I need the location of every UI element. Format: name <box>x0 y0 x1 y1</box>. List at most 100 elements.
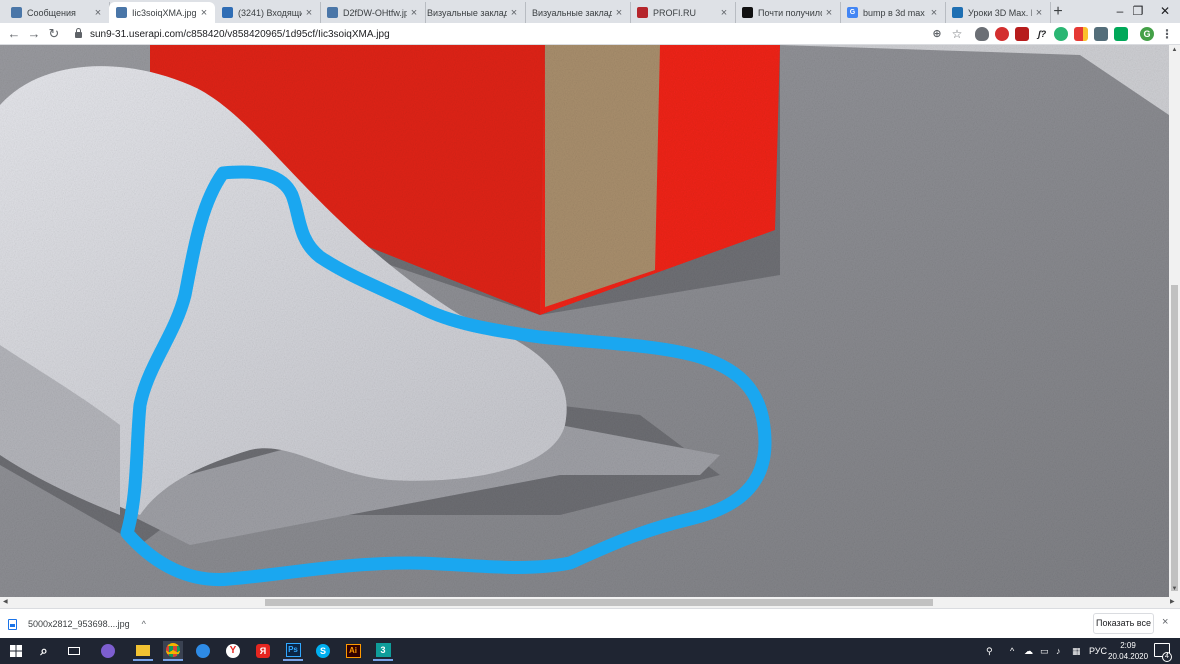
image-file-icon <box>8 618 17 630</box>
profile-avatar[interactable]: G <box>1140 27 1154 41</box>
download-shelf: 5000x2812_953698....jpg ^ Показать все × <box>0 608 1180 638</box>
flag-extension-icon[interactable] <box>1074 27 1088 41</box>
tab-title: Iic3soiqXMA.jpg (1 <box>132 7 197 18</box>
search-icon[interactable]: ⌕ <box>34 641 54 661</box>
tab-9[interactable]: Уроки 3D Max. Ис× <box>945 2 1051 23</box>
green-extension-icon[interactable] <box>1054 27 1068 41</box>
tab-title: D2fDW-OHtfw.jpg ( <box>343 7 407 18</box>
profi-icon <box>637 7 648 18</box>
tab-6[interactable]: PROFI.RU × <box>630 2 736 23</box>
pdf-extension-icon[interactable] <box>1015 27 1029 41</box>
scroll-down-icon[interactable]: ▼ <box>1169 586 1180 592</box>
horizontal-scroll-thumb[interactable] <box>265 599 933 606</box>
tab-title: Почти получилось <box>758 7 822 18</box>
close-window-button[interactable]: ✕ <box>1145 0 1180 22</box>
show-all-button[interactable]: Показать все <box>1093 613 1154 634</box>
tab-title: Визуальные закладки <box>427 7 507 18</box>
illustrator-icon[interactable]: Ai <box>343 641 363 661</box>
address-bar[interactable]: sun9-31.userapi.com/c858420/v858420965/1… <box>66 25 966 43</box>
photoshop-icon[interactable]: Ps <box>283 641 303 661</box>
tab-title: (3241) Входящие - <box>238 7 302 18</box>
close-icon[interactable]: × <box>614 7 624 19</box>
image-viewport <box>0 45 1169 597</box>
back-button[interactable]: ← <box>6 25 22 43</box>
scroll-up-icon[interactable]: ▲ <box>1169 47 1180 53</box>
tab-title: bump в 3d max - Fi <box>863 7 927 18</box>
edge-icon[interactable] <box>193 641 213 661</box>
tab-title: Сообщения <box>27 7 76 18</box>
box-ribbon <box>545 45 660 307</box>
file-explorer-icon[interactable] <box>133 641 153 661</box>
close-icon[interactable]: × <box>93 7 103 19</box>
vk-icon <box>327 7 338 18</box>
notification-count: 4 <box>1162 652 1172 662</box>
tray-chevron-icon[interactable]: ^ <box>1010 638 1014 664</box>
lessons-icon <box>952 7 963 18</box>
close-icon[interactable]: × <box>509 7 519 19</box>
vertical-scrollbar[interactable]: ▲ ▼ <box>1169 45 1180 597</box>
google-icon: G <box>847 7 858 18</box>
scroll-left-icon[interactable]: ◀ <box>3 597 8 608</box>
close-icon[interactable]: × <box>304 7 314 19</box>
download-filename: 5000x2812_953698....jpg <box>28 619 130 629</box>
tab-title: PROFI.RU <box>653 7 697 18</box>
close-icon[interactable]: × <box>199 7 209 19</box>
forward-button[interactable]: → <box>26 25 42 43</box>
keyboard-icon[interactable]: ▦ <box>1072 638 1081 664</box>
tab-2[interactable]: (3241) Входящие -× <box>215 2 321 23</box>
tab-4[interactable]: Визуальные закладки× <box>420 2 526 23</box>
mail-icon <box>222 7 233 18</box>
formula-extension-icon[interactable]: ʃ? <box>1035 27 1049 41</box>
tab-0[interactable]: Сообщения × <box>4 2 110 23</box>
close-icon[interactable]: × <box>719 7 729 19</box>
volume-icon[interactable]: ♪ <box>1056 638 1061 664</box>
camera-extension-icon[interactable] <box>1094 27 1108 41</box>
horizontal-scrollbar[interactable]: ◀ ▶ <box>0 597 1180 608</box>
network-icon[interactable]: ▭ <box>1040 638 1049 664</box>
chevron-up-icon[interactable]: ^ <box>142 619 146 629</box>
lock-icon <box>75 28 82 38</box>
opera-extension-icon[interactable] <box>995 27 1009 41</box>
new-tab-button[interactable]: + <box>1049 3 1067 21</box>
clock[interactable]: 2:09 20.04.2020 <box>1108 640 1148 662</box>
viber-icon[interactable] <box>98 641 118 661</box>
close-icon[interactable]: × <box>929 7 939 19</box>
windows-start-icon[interactable] <box>6 641 26 661</box>
tab-title: Визуальные закладки <box>532 7 612 18</box>
tab-1[interactable]: Iic3soiqXMA.jpg (1× <box>109 2 215 23</box>
address-text: sun9-31.userapi.com/c858420/v858420965/1… <box>90 28 390 40</box>
chrome-icon[interactable] <box>163 641 183 661</box>
vertical-scroll-thumb[interactable] <box>1171 285 1178 591</box>
download-item[interactable]: 5000x2812_953698....jpg ^ <box>8 616 146 632</box>
close-icon[interactable]: × <box>1034 7 1044 19</box>
language-indicator[interactable]: РУС <box>1089 638 1107 664</box>
tab-title: Уроки 3D Max. Ис <box>968 7 1032 18</box>
task-view-icon[interactable] <box>64 641 84 661</box>
kebab-menu-icon[interactable]: ⋮ <box>1160 27 1174 41</box>
tab-3[interactable]: D2fDW-OHtfw.jpg (× <box>320 2 426 23</box>
vk-icon <box>116 7 127 18</box>
tab-5[interactable]: Визуальные закладки× <box>525 2 631 23</box>
tiktok-icon <box>742 7 753 18</box>
bookmark-star-icon[interactable]: ☆ <box>950 27 964 41</box>
tab-strip: Сообщения×Iic3soiqXMA.jpg (1×(3241) Вход… <box>0 0 1180 23</box>
close-icon[interactable]: × <box>824 7 834 19</box>
yandex-browser-icon[interactable]: Я <box>253 641 273 661</box>
taskbar: ⌕ Y Я Ps S Ai 3 ⚲ ^ ☁ ▭ ♪ ▦ РУС 2:09 20.… <box>0 638 1180 664</box>
people-icon[interactable]: ⚲ <box>986 638 993 664</box>
shield-extension-icon[interactable] <box>975 27 989 41</box>
scroll-right-icon[interactable]: ▶ <box>1170 597 1175 608</box>
browser-toolbar: ← → ↻ sun9-31.userapi.com/c858420/v85842… <box>0 23 1180 45</box>
reload-button[interactable]: ↻ <box>46 25 62 43</box>
close-icon[interactable]: × <box>409 7 419 19</box>
3ds-max-icon[interactable]: 3 <box>373 641 393 661</box>
yandex-icon[interactable]: Y <box>223 641 243 661</box>
zoom-icon[interactable]: ⊕ <box>930 27 944 41</box>
onedrive-icon[interactable]: ☁ <box>1024 638 1033 664</box>
close-shelf-icon[interactable]: × <box>1162 616 1168 628</box>
menu-extension-icon[interactable] <box>1114 27 1128 41</box>
tab-7[interactable]: Почти получилось× <box>735 2 841 23</box>
render-image <box>0 45 1169 597</box>
skype-icon[interactable]: S <box>313 641 333 661</box>
tab-8[interactable]: Gbump в 3d max - Fi× <box>840 2 946 23</box>
